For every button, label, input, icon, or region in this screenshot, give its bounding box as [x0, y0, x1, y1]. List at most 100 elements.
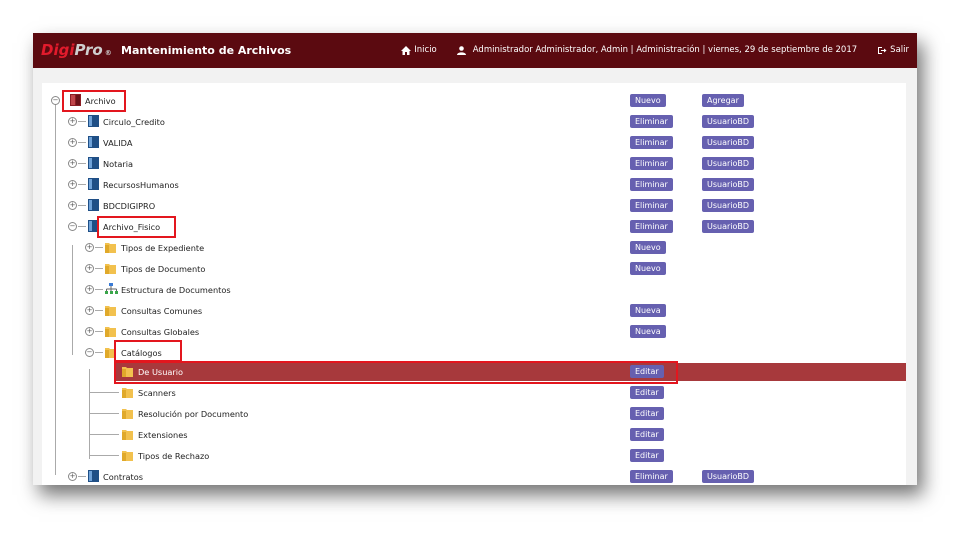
folder-icon — [121, 406, 134, 422]
tree-node-label: Circulo_Credito — [103, 117, 165, 127]
tree-node-database[interactable]: + VALIDA Eliminar UsuarioBD — [42, 134, 906, 152]
usuariobd-button[interactable]: UsuarioBD — [702, 157, 755, 170]
usuariobd-button[interactable]: UsuarioBD — [702, 178, 755, 191]
tree-node-de-usuario[interactable]: De Usuario Editar — [115, 363, 906, 381]
tree-node-folder[interactable]: Resolución por Documento Editar — [42, 405, 906, 423]
eliminar-button[interactable]: Eliminar — [630, 136, 673, 149]
database-book-icon — [87, 177, 100, 193]
eliminar-button[interactable]: Eliminar — [630, 220, 673, 233]
tree-connector — [78, 184, 86, 185]
editar-button[interactable]: Editar — [630, 365, 664, 378]
tree-connector — [78, 121, 86, 122]
collapse-icon[interactable]: − — [85, 348, 94, 357]
expand-icon[interactable]: + — [85, 327, 94, 336]
nuevo-button[interactable]: Nuevo — [630, 241, 666, 254]
tree-node-catalogos[interactable]: − Catálogos — [42, 344, 906, 362]
usuariobd-button[interactable]: UsuarioBD — [702, 470, 755, 483]
tree-node-database[interactable]: + BDCDIGIPRO Eliminar UsuarioBD — [42, 197, 906, 215]
tree-connector — [89, 434, 119, 435]
hierarchy-icon — [104, 282, 119, 298]
tree-node-folder[interactable]: Tipos de Rechazo Editar — [42, 447, 906, 465]
tree-node-label: BDCDIGIPRO — [103, 201, 156, 211]
tree-node-label: Catálogos — [121, 348, 162, 358]
editar-button[interactable]: Editar — [630, 449, 664, 462]
tree-node-label: Extensiones — [138, 430, 188, 440]
expand-icon[interactable]: + — [85, 243, 94, 252]
nuevo-button[interactable]: Nuevo — [630, 94, 666, 107]
tree-node-database[interactable]: + RecursosHumanos Eliminar UsuarioBD — [42, 176, 906, 194]
tree-node-archivo[interactable]: − Archivo Nuevo Agregar — [42, 92, 906, 110]
tree-node-folder[interactable]: + Consultas Comunes Nueva — [42, 302, 906, 320]
agregar-button[interactable]: Agregar — [702, 94, 744, 107]
nueva-button[interactable]: Nueva — [630, 304, 666, 317]
expand-icon[interactable]: + — [68, 472, 77, 481]
eliminar-button[interactable]: Eliminar — [630, 157, 673, 170]
expand-icon[interactable]: + — [68, 180, 77, 189]
top-right-nav: Inicio Administrador Administrador, Admi… — [401, 45, 909, 55]
eliminar-button[interactable]: Eliminar — [630, 199, 673, 212]
usuariobd-button[interactable]: UsuarioBD — [702, 199, 755, 212]
tree-panel: − Archivo Nuevo Agregar + Circulo_Credit… — [42, 83, 906, 485]
database-book-icon — [87, 156, 100, 172]
eliminar-button[interactable]: Eliminar — [630, 115, 673, 128]
database-book-icon — [87, 135, 100, 151]
tree-node-structure[interactable]: + Estructura de Documentos — [42, 281, 906, 299]
tree-connector — [95, 247, 103, 248]
tree-connector — [95, 268, 103, 269]
tree-connector — [95, 310, 103, 311]
expand-icon[interactable]: + — [85, 264, 94, 273]
tree-node-label: Resolución por Documento — [138, 409, 249, 419]
expand-icon[interactable]: + — [68, 201, 77, 210]
home-icon — [401, 45, 412, 55]
tree-node-label: RecursosHumanos — [103, 180, 179, 190]
database-book-icon — [87, 469, 100, 485]
tree-node-label: Scanners — [138, 388, 176, 398]
tree-node-folder[interactable]: + Consultas Globales Nueva — [42, 323, 906, 341]
tree-node-label: Tipos de Rechazo — [138, 451, 210, 461]
tree-node-database[interactable]: + Circulo_Credito Eliminar UsuarioBD — [42, 113, 906, 131]
nueva-button[interactable]: Nueva — [630, 325, 666, 338]
editar-button[interactable]: Editar — [630, 407, 664, 420]
tree-node-folder[interactable]: Scanners Editar — [42, 384, 906, 402]
tree-connector — [78, 226, 86, 227]
usuariobd-button[interactable]: UsuarioBD — [702, 220, 755, 233]
tree-node-database[interactable]: + Notaria Eliminar UsuarioBD — [42, 155, 906, 173]
logo-pro: Pro — [74, 41, 103, 59]
logout-link[interactable]: Salir — [877, 45, 909, 55]
tree-node-archivo-fisico[interactable]: − Archivo_Fisico Eliminar UsuarioBD — [42, 218, 906, 236]
tree-node-label: Notaria — [103, 159, 134, 169]
editar-button[interactable]: Editar — [630, 386, 664, 399]
eliminar-button[interactable]: Eliminar — [630, 178, 673, 191]
nuevo-button[interactable]: Nuevo — [630, 262, 666, 275]
collapse-icon[interactable]: − — [51, 96, 60, 105]
logo-reg: ® — [104, 49, 112, 57]
folder-icon — [121, 385, 134, 401]
tree-node-label: Tipos de Expediente — [121, 243, 205, 253]
tree-node-folder[interactable]: + Tipos de Documento Nuevo — [42, 260, 906, 278]
tree-node-label: Estructura de Documentos — [121, 285, 231, 295]
expand-icon[interactable]: + — [68, 117, 77, 126]
usuariobd-button[interactable]: UsuarioBD — [702, 136, 755, 149]
folder-icon — [121, 364, 134, 380]
folder-icon — [104, 261, 117, 277]
logout-icon — [877, 46, 887, 55]
tree-node-folder[interactable]: Extensiones Editar — [42, 426, 906, 444]
expand-icon[interactable]: + — [85, 306, 94, 315]
top-bar: Digi Pro ® Mantenimiento de Archivos Inici… — [33, 33, 917, 68]
tree-node-database[interactable]: + Contratos Eliminar UsuarioBD — [42, 468, 906, 485]
expand-icon[interactable]: + — [68, 159, 77, 168]
home-link[interactable]: Inicio — [401, 45, 437, 55]
folder-icon — [104, 303, 117, 319]
tree-connector — [78, 476, 86, 477]
expand-icon[interactable]: + — [85, 285, 94, 294]
usuariobd-button[interactable]: UsuarioBD — [702, 115, 755, 128]
expand-icon[interactable]: + — [68, 138, 77, 147]
tree-connector — [78, 163, 86, 164]
digipro-logo[interactable]: Digi Pro ® — [41, 41, 112, 61]
tree-node-label: Archivo_Fisico — [103, 222, 161, 232]
tree-node-folder[interactable]: + Tipos de Expediente Nuevo — [42, 239, 906, 257]
app-window: Digi Pro ® Mantenimiento de Archivos Inici… — [33, 33, 917, 485]
editar-button[interactable]: Editar — [630, 428, 664, 441]
eliminar-button[interactable]: Eliminar — [630, 470, 673, 483]
collapse-icon[interactable]: − — [68, 222, 77, 231]
